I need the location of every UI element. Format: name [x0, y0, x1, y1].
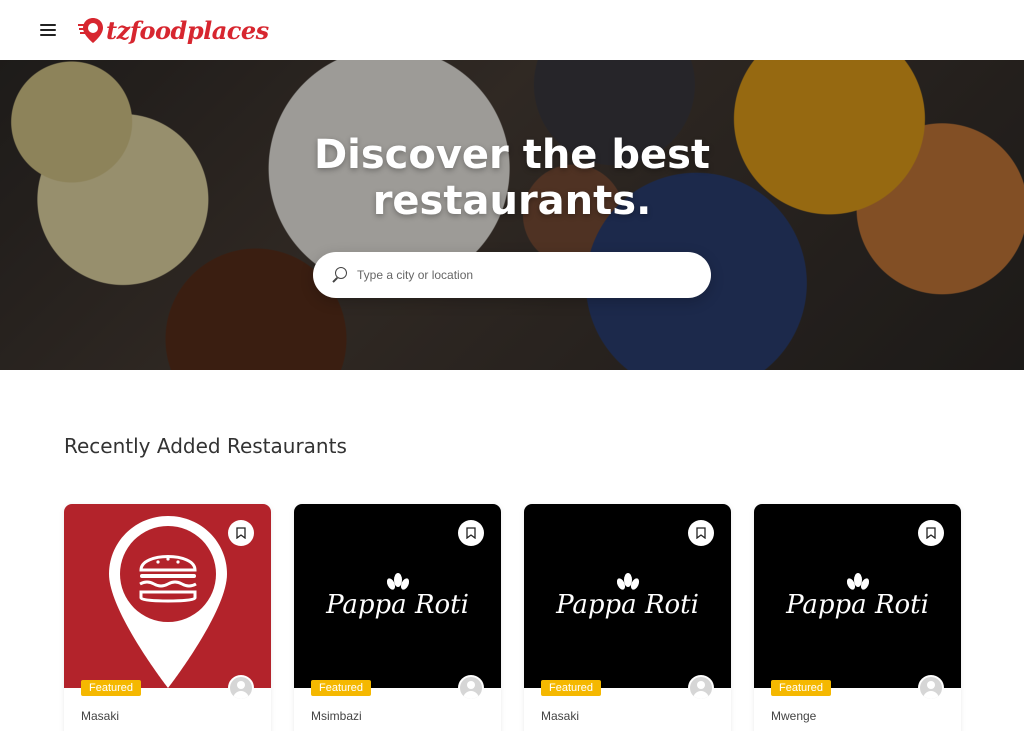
owner-avatar[interactable]: [918, 675, 944, 701]
location-search-box[interactable]: [313, 252, 711, 298]
restaurant-image: Featured: [64, 504, 271, 701]
hero-title: Discover the best restaurants.: [313, 132, 711, 224]
bookmark-icon: [696, 527, 706, 539]
bookmark-icon: [236, 527, 246, 539]
restaurant-location: Msimbazi: [311, 709, 362, 723]
section-title: Recently Added Restaurants: [64, 434, 347, 458]
restaurant-card[interactable]: Pappa Roti Featured Msimbazi: [294, 504, 501, 731]
bookmark-icon: [926, 527, 936, 539]
restaurant-location: Mwenge: [771, 709, 817, 723]
bookmark-icon: [466, 527, 476, 539]
site-logo[interactable]: tzfoodplaces: [78, 15, 269, 45]
featured-badge: Featured: [311, 680, 372, 696]
restaurant-image: Pappa Roti Featured: [524, 504, 731, 701]
pappa-roti-logo-text: Pappa Roti: [326, 590, 469, 620]
pappa-roti-logo-text: Pappa Roti: [556, 590, 699, 620]
restaurant-location: Masaki: [81, 709, 120, 723]
pappa-roti-logo: Pappa Roti: [326, 572, 469, 620]
pappa-roti-logo: Pappa Roti: [556, 572, 699, 620]
featured-badge: Featured: [771, 680, 832, 696]
hamburger-menu-icon[interactable]: [40, 24, 56, 36]
bookmark-button[interactable]: [688, 520, 714, 546]
featured-badge: Featured: [541, 680, 602, 696]
restaurant-image: Pappa Roti Featured: [754, 504, 961, 701]
burger-pin-logo: [108, 516, 227, 688]
logo-text: tzfoodplaces: [106, 15, 269, 45]
pappa-roti-logo: Pappa Roti: [786, 572, 929, 620]
logo-pin-icon: [78, 18, 103, 43]
owner-avatar[interactable]: [688, 675, 714, 701]
restaurant-card-list: Featured Masaki Pappa Roti Featured Msim…: [64, 504, 1024, 731]
pappa-roti-logo-text: Pappa Roti: [786, 590, 929, 620]
restaurant-card[interactable]: Featured Masaki: [64, 504, 271, 731]
search-icon: [331, 267, 347, 283]
location-search-input[interactable]: [357, 268, 677, 282]
featured-badge: Featured: [81, 680, 142, 696]
owner-avatar[interactable]: [228, 675, 254, 701]
bookmark-button[interactable]: [228, 520, 254, 546]
bookmark-button[interactable]: [918, 520, 944, 546]
restaurant-card[interactable]: Pappa Roti Featured Mwenge: [754, 504, 961, 731]
restaurant-image: Pappa Roti Featured: [294, 504, 501, 701]
owner-avatar[interactable]: [458, 675, 484, 701]
hero-banner: Discover the best restaurants.: [0, 60, 1024, 370]
top-header: tzfoodplaces: [0, 0, 1024, 60]
restaurant-location: Masaki: [541, 709, 580, 723]
restaurant-card[interactable]: Pappa Roti Featured Masaki: [524, 504, 731, 731]
bookmark-button[interactable]: [458, 520, 484, 546]
